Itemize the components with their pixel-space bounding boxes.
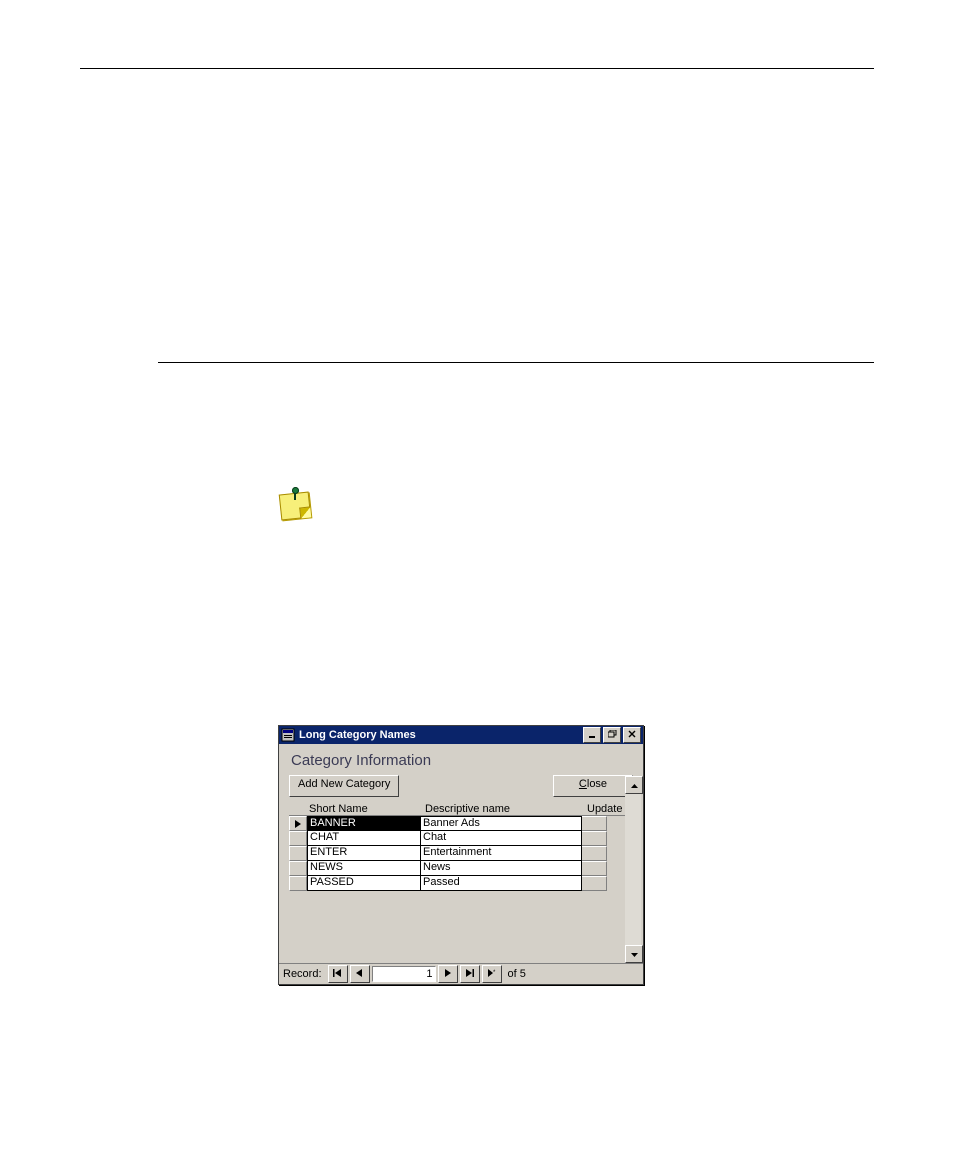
record-of-label: of 5 — [508, 968, 526, 980]
cell-descriptive-name[interactable]: Chat — [421, 831, 582, 846]
scroll-up-button[interactable] — [625, 776, 643, 794]
table-row[interactable]: BANNERBanner Ads — [289, 816, 633, 831]
row-selector[interactable] — [289, 816, 307, 831]
close-button-label-rest: lose — [587, 778, 607, 790]
nav-new-record-button[interactable]: * — [482, 965, 502, 983]
nav-next-icon — [444, 969, 451, 979]
dialog-body: Category Information Add New Category Cl… — [279, 744, 643, 963]
record-label: Record: — [283, 968, 322, 980]
table-row[interactable]: ENTEREntertainment — [289, 846, 633, 861]
close-button[interactable]: Close — [553, 775, 633, 797]
page-top-rule — [80, 68, 874, 69]
close-icon — [628, 730, 636, 740]
nav-last-icon — [465, 969, 474, 979]
cell-update-button[interactable] — [582, 876, 607, 891]
window-close-button[interactable] — [623, 727, 641, 743]
row-selector[interactable] — [289, 846, 307, 861]
row-selector[interactable] — [289, 831, 307, 846]
row-selector[interactable] — [289, 876, 307, 891]
column-header-short-name: Short Name — [307, 803, 423, 815]
minimize-button[interactable] — [583, 727, 601, 743]
minimize-icon — [588, 730, 596, 740]
category-information-heading: Category Information — [291, 752, 633, 769]
cell-short-name[interactable]: NEWS — [307, 861, 421, 876]
window-title: Long Category Names — [299, 729, 581, 741]
cell-update-button[interactable] — [582, 861, 607, 876]
cell-update-button[interactable] — [582, 831, 607, 846]
column-headers: Short Name Descriptive name Update — [289, 803, 633, 815]
add-new-category-label: Add New Category — [298, 778, 390, 790]
cell-descriptive-name[interactable]: Passed — [421, 876, 582, 891]
nav-prev-button[interactable] — [350, 965, 370, 983]
nav-prev-icon — [356, 969, 363, 979]
cell-short-name[interactable]: BANNER — [307, 816, 421, 831]
row-current-indicator — [295, 820, 301, 828]
scroll-down-button[interactable] — [625, 945, 643, 963]
record-number-field[interactable]: 1 — [372, 966, 436, 982]
restore-button[interactable] — [603, 727, 621, 743]
nav-last-button[interactable] — [460, 965, 480, 983]
nav-next-button[interactable] — [438, 965, 458, 983]
titlebar[interactable]: Long Category Names — [279, 726, 643, 744]
category-grid: BANNERBanner AdsCHATChatENTEREntertainme… — [289, 815, 633, 891]
add-new-category-button[interactable]: Add New Category — [289, 775, 399, 797]
nav-new-icon: * — [487, 969, 497, 979]
cell-descriptive-name[interactable]: Banner Ads — [421, 816, 582, 831]
scrollbar-track[interactable] — [625, 794, 641, 945]
cell-short-name[interactable]: ENTER — [307, 846, 421, 861]
scroll-up-icon — [631, 781, 638, 790]
nav-first-icon — [333, 969, 342, 979]
cell-descriptive-name[interactable]: Entertainment — [421, 846, 582, 861]
record-navigator: Record: 1 — [279, 963, 643, 984]
close-button-accesskey: C — [579, 778, 587, 790]
long-category-names-dialog: Long Category Names — [278, 725, 644, 985]
table-row[interactable]: CHATChat — [289, 831, 633, 846]
column-header-descriptive-name: Descriptive name — [423, 803, 585, 815]
cell-update-button[interactable] — [582, 816, 607, 831]
restore-icon — [608, 730, 617, 740]
row-selector[interactable] — [289, 861, 307, 876]
cell-descriptive-name[interactable]: News — [421, 861, 582, 876]
form-icon — [281, 728, 295, 742]
note-icon — [278, 490, 310, 520]
table-row[interactable]: PASSEDPassed — [289, 876, 633, 891]
page-mid-rule — [158, 362, 874, 363]
cell-short-name[interactable]: PASSED — [307, 876, 421, 891]
vertical-scrollbar[interactable] — [625, 776, 641, 963]
table-row[interactable]: NEWSNews — [289, 861, 633, 876]
scroll-down-icon — [631, 950, 638, 959]
nav-first-button[interactable] — [328, 965, 348, 983]
svg-text:*: * — [493, 970, 496, 976]
cell-update-button[interactable] — [582, 846, 607, 861]
cell-short-name[interactable]: CHAT — [307, 831, 421, 846]
